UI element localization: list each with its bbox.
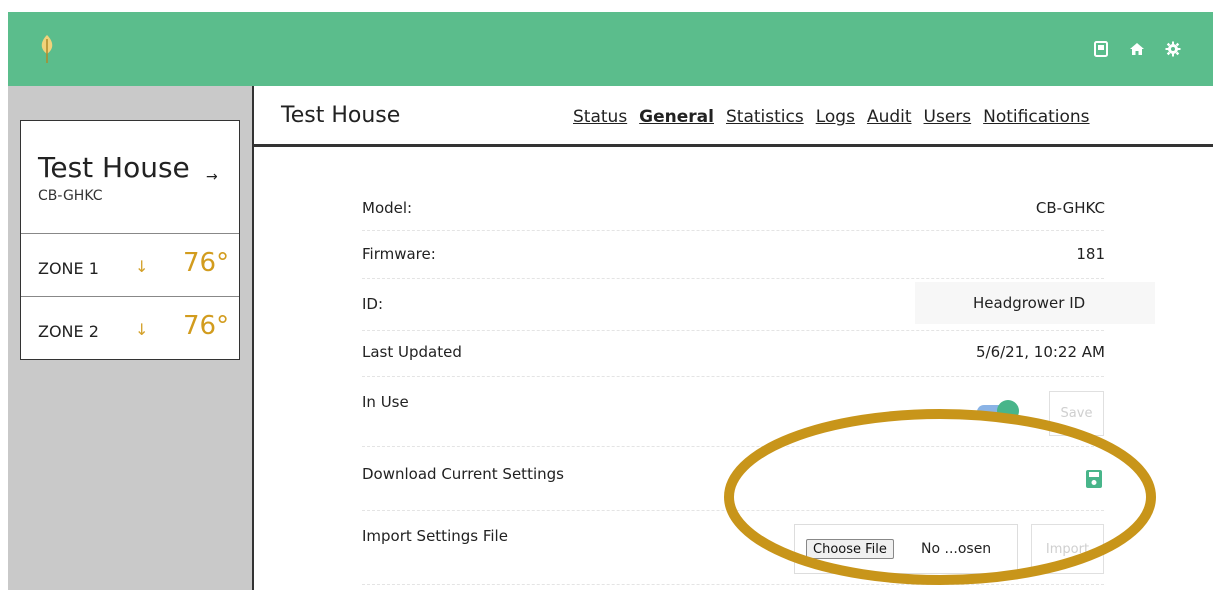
- top-bar: [8, 12, 1213, 86]
- home-icon[interactable]: [1119, 40, 1155, 58]
- row-divider: [362, 376, 1104, 377]
- id-field[interactable]: Headgrower ID: [915, 282, 1155, 324]
- model-value: CB-GHKC: [1035, 199, 1105, 217]
- id-label: ID:: [362, 295, 384, 313]
- sidebar-divider: [252, 86, 254, 590]
- row-divider: [362, 230, 1104, 231]
- import-button[interactable]: Import: [1031, 524, 1104, 574]
- zone-temperature: 76°: [183, 311, 230, 341]
- toggle-knob: [997, 400, 1019, 422]
- gear-icon[interactable]: [1155, 40, 1191, 58]
- row-divider: [362, 446, 1104, 447]
- download-settings-label: Download Current Settings: [362, 465, 564, 483]
- row-divider: [362, 510, 1104, 511]
- page-title: Test House: [281, 103, 401, 128]
- download-floppy-icon[interactable]: [1086, 470, 1102, 488]
- location-title: Test House: [38, 151, 190, 184]
- zone-name: ZONE 1: [38, 259, 99, 278]
- location-card: Test House → CB-GHKC ZONE 1 ↓ 76° ZONE 2…: [20, 120, 240, 360]
- save-button[interactable]: Save: [1049, 391, 1104, 436]
- tab-general[interactable]: General: [639, 107, 714, 127]
- choose-file-button[interactable]: Choose File: [806, 539, 894, 559]
- arrow-down-icon: ↓: [135, 320, 149, 339]
- tab-audit[interactable]: Audit: [867, 107, 912, 127]
- file-status-text: No ...osen: [921, 541, 992, 557]
- tab-logs[interactable]: Logs: [816, 107, 855, 127]
- arrow-down-icon: ↓: [135, 257, 149, 276]
- tab-notifications[interactable]: Notifications: [983, 107, 1089, 127]
- tab-bar: Status General Statistics Logs Audit Use…: [573, 107, 1102, 127]
- location-subtitle: CB-GHKC: [38, 188, 103, 204]
- in-use-toggle[interactable]: [977, 400, 1023, 422]
- row-divider: [362, 584, 1104, 585]
- in-use-label: In Use: [362, 393, 409, 411]
- import-settings-label: Import Settings File: [362, 527, 508, 545]
- last-updated-value: 5/6/21, 10:22 AM: [975, 343, 1105, 361]
- file-input[interactable]: Choose File No ...osen: [794, 524, 1018, 574]
- save-icon[interactable]: [1083, 40, 1119, 58]
- row-divider: [362, 330, 1104, 331]
- leaf-logo-icon[interactable]: [39, 34, 55, 64]
- zone-name: ZONE 2: [38, 322, 99, 341]
- arrow-right-icon: →: [206, 169, 218, 185]
- zone-item[interactable]: ZONE 2 ↓ 76°: [21, 297, 239, 359]
- tab-status[interactable]: Status: [573, 107, 627, 127]
- model-label: Model:: [362, 199, 413, 217]
- location-card-header[interactable]: Test House → CB-GHKC: [21, 121, 239, 234]
- firmware-value: 181: [1076, 245, 1105, 263]
- tab-statistics[interactable]: Statistics: [726, 107, 804, 127]
- last-updated-label: Last Updated: [362, 343, 462, 361]
- header-divider: [254, 144, 1213, 147]
- row-divider: [362, 278, 1104, 279]
- firmware-label: Firmware:: [362, 245, 436, 263]
- zone-temperature: 76°: [183, 248, 230, 278]
- tab-users[interactable]: Users: [924, 107, 972, 127]
- zone-item[interactable]: ZONE 1 ↓ 76°: [21, 234, 239, 297]
